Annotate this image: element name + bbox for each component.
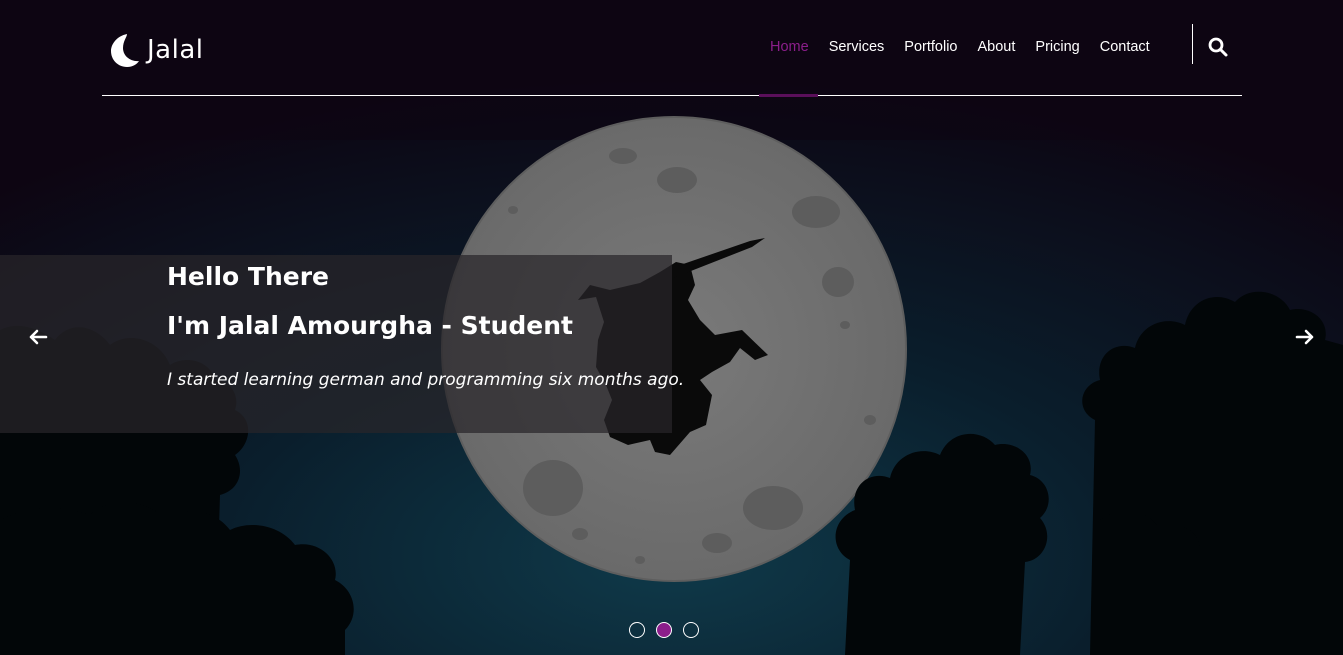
search-button[interactable] — [1206, 35, 1230, 59]
carousel-indicator-1[interactable] — [629, 622, 645, 638]
brand-logo[interactable]: Jalal — [107, 30, 203, 70]
nav-item-pricing[interactable]: Pricing — [1025, 36, 1089, 58]
crescent-moon-icon — [111, 34, 139, 67]
nav-item-services[interactable]: Services — [819, 36, 895, 58]
nav-item-about[interactable]: About — [968, 36, 1026, 58]
caption-title: Hello There — [167, 262, 329, 291]
brand-name: Jalal — [147, 35, 204, 65]
carousel-indicator-3[interactable] — [683, 622, 699, 638]
arrow-right-icon — [1295, 329, 1314, 345]
nav-divider — [1192, 24, 1193, 64]
carousel-indicators — [629, 622, 710, 638]
nav-item-portfolio[interactable]: Portfolio — [894, 36, 967, 58]
main-nav: Home Services Portfolio About Pricing Co… — [760, 36, 1160, 58]
nav-item-home[interactable]: Home — [760, 36, 819, 58]
site-header: Jalal Home Services Portfolio About Pric… — [102, 0, 1242, 97]
nav-item-contact[interactable]: Contact — [1090, 36, 1160, 58]
header-divider-line — [102, 95, 1242, 96]
caption-panel — [0, 255, 672, 433]
search-icon — [1208, 37, 1228, 57]
carousel-next-button[interactable] — [1293, 325, 1317, 349]
caption-subtitle: I'm Jalal Amourgha - Student — [167, 311, 573, 340]
carousel-prev-button[interactable] — [26, 325, 50, 349]
carousel-indicator-2[interactable] — [656, 622, 672, 638]
active-nav-underline — [759, 94, 818, 97]
caption-text: I started learning german and programmin… — [167, 370, 685, 390]
arrow-left-icon — [29, 329, 48, 345]
hero-carousel: Hello There I'm Jalal Amourgha - Student… — [0, 0, 1343, 655]
